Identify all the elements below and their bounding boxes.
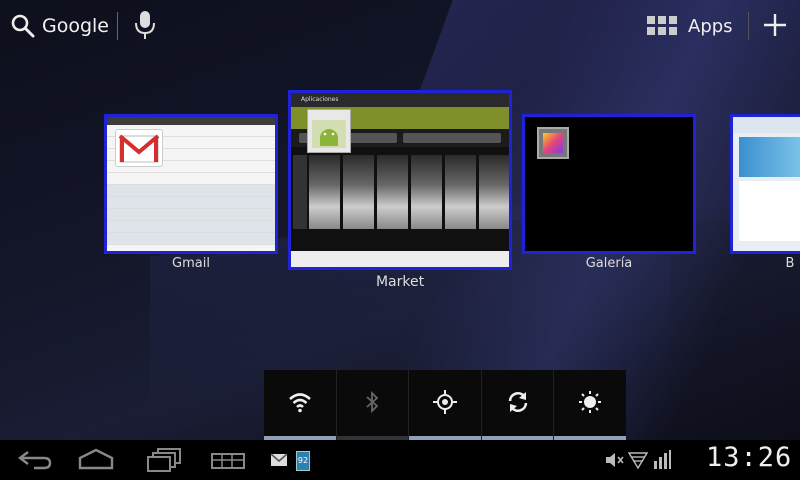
market-footer [291,251,509,267]
apps-label: Apps [688,15,733,37]
wifi-signal-icon [628,452,648,470]
recent-app-gmail-thumbnail[interactable] [104,114,278,254]
screenshots-row [309,155,509,229]
thumb-text [739,181,800,241]
microphone-icon[interactable] [132,9,158,41]
sync-toggle[interactable] [481,370,555,440]
google-search-button[interactable]: Google [10,10,109,42]
wifi-icon [288,393,311,413]
brightness-icon [579,391,602,413]
thumb-header [733,117,800,133]
market-title: Aplicaciones [291,93,509,107]
cell-signal-icon [654,450,671,469]
gps-icon [432,390,457,414]
google-search-label: Google [42,15,110,37]
gmail-notification-icon[interactable] [270,453,288,467]
recent-app-browser-thumbnail[interactable] [730,114,800,254]
gps-toggle[interactable] [409,370,482,440]
bluetooth-icon [366,390,379,414]
gallery-icon [537,127,569,159]
video-strip [293,155,307,229]
recent-apps-button[interactable] [144,446,184,474]
list-item [107,209,275,221]
brightness-toggle[interactable] [554,370,626,440]
recent-app-gallery-thumbnail[interactable] [522,114,696,254]
gmail-logo-icon [115,129,163,167]
recent-app-market-thumbnail[interactable]: Aplicaciones [288,90,512,270]
list-item [107,173,275,185]
clock[interactable]: 13:26 [706,442,792,473]
sync-icon [508,392,527,412]
quick-settings-panel [264,370,626,440]
add-icon[interactable] [760,10,790,40]
divider [748,12,749,40]
back-button[interactable] [14,446,54,474]
bluetooth-toggle[interactable] [336,370,410,440]
list-item [107,233,275,245]
top-bar: Google Apps [0,0,800,52]
search-icon [11,14,35,38]
list-item [107,221,275,233]
apps-grid-icon [647,16,677,35]
recent-app-label: Galería [585,256,633,271]
battery-notification-icon[interactable]: 92 [296,451,310,471]
list-item [107,197,275,209]
apps-button[interactable]: Apps [646,10,733,42]
divider [117,12,118,40]
recent-app-label: Market [375,274,425,290]
thumb-image [739,137,800,177]
list-item [107,185,275,197]
home-button[interactable] [76,446,116,474]
thumb-header [107,117,275,125]
recent-app-label: Gmail [172,256,210,271]
system-bar: 92 13:26 [0,440,800,480]
mute-icon [606,453,624,467]
wifi-toggle[interactable] [264,370,337,440]
recent-app-label: B [785,256,795,271]
screenshot-icon[interactable] [208,446,248,474]
market-logo-icon [307,109,351,153]
